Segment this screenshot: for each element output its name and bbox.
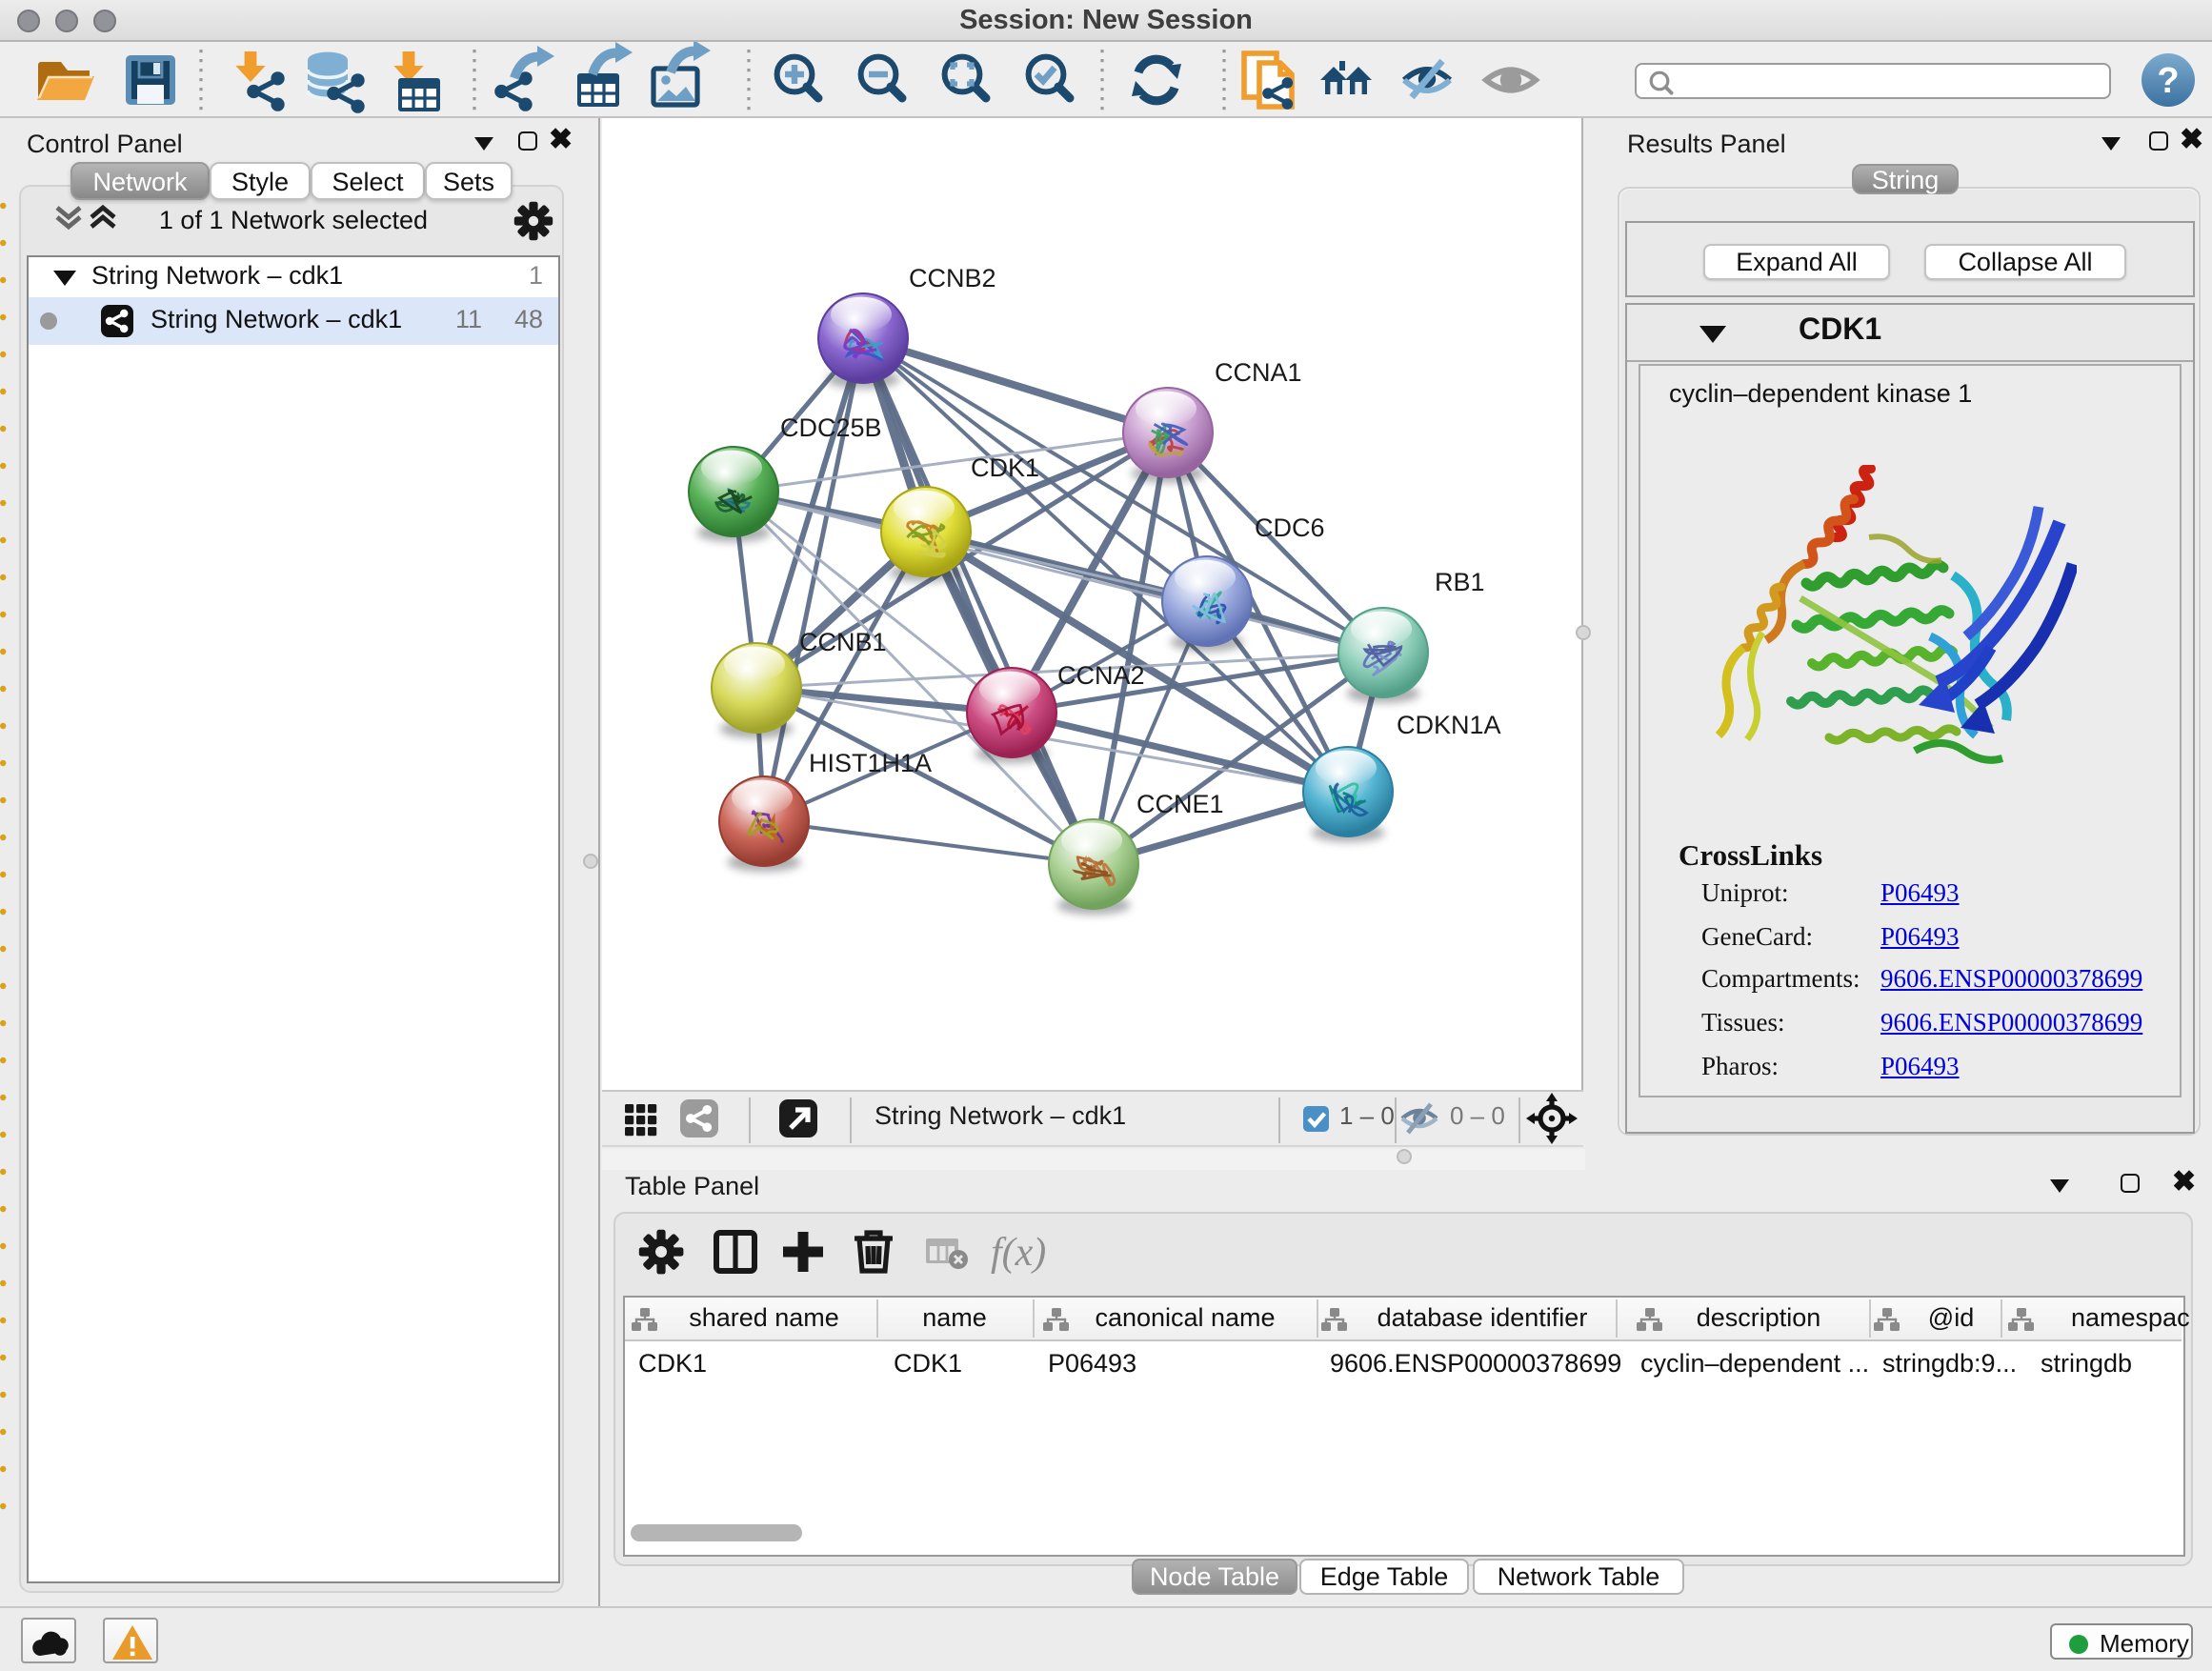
svg-text:CCNE1: CCNE1 (1136, 790, 1224, 818)
svg-text:?: ? (2157, 61, 2179, 101)
svg-text:CDKN1A: CDKN1A (1397, 711, 1501, 739)
svg-text:CCNB2: CCNB2 (909, 264, 996, 292)
svg-text:CCNA1: CCNA1 (1215, 358, 1302, 387)
svg-text:CDC25B: CDC25B (780, 413, 882, 442)
svg-text:CDK1: CDK1 (971, 453, 1039, 482)
svg-text:f(x): f(x) (991, 1231, 1046, 1275)
svg-text:HIST1H1A: HIST1H1A (809, 749, 932, 777)
svg-text:CCNA2: CCNA2 (1057, 661, 1145, 690)
svg-text:CDC6: CDC6 (1255, 513, 1325, 542)
svg-text:RB1: RB1 (1435, 568, 1485, 596)
svg-text:CCNB1: CCNB1 (799, 628, 887, 656)
